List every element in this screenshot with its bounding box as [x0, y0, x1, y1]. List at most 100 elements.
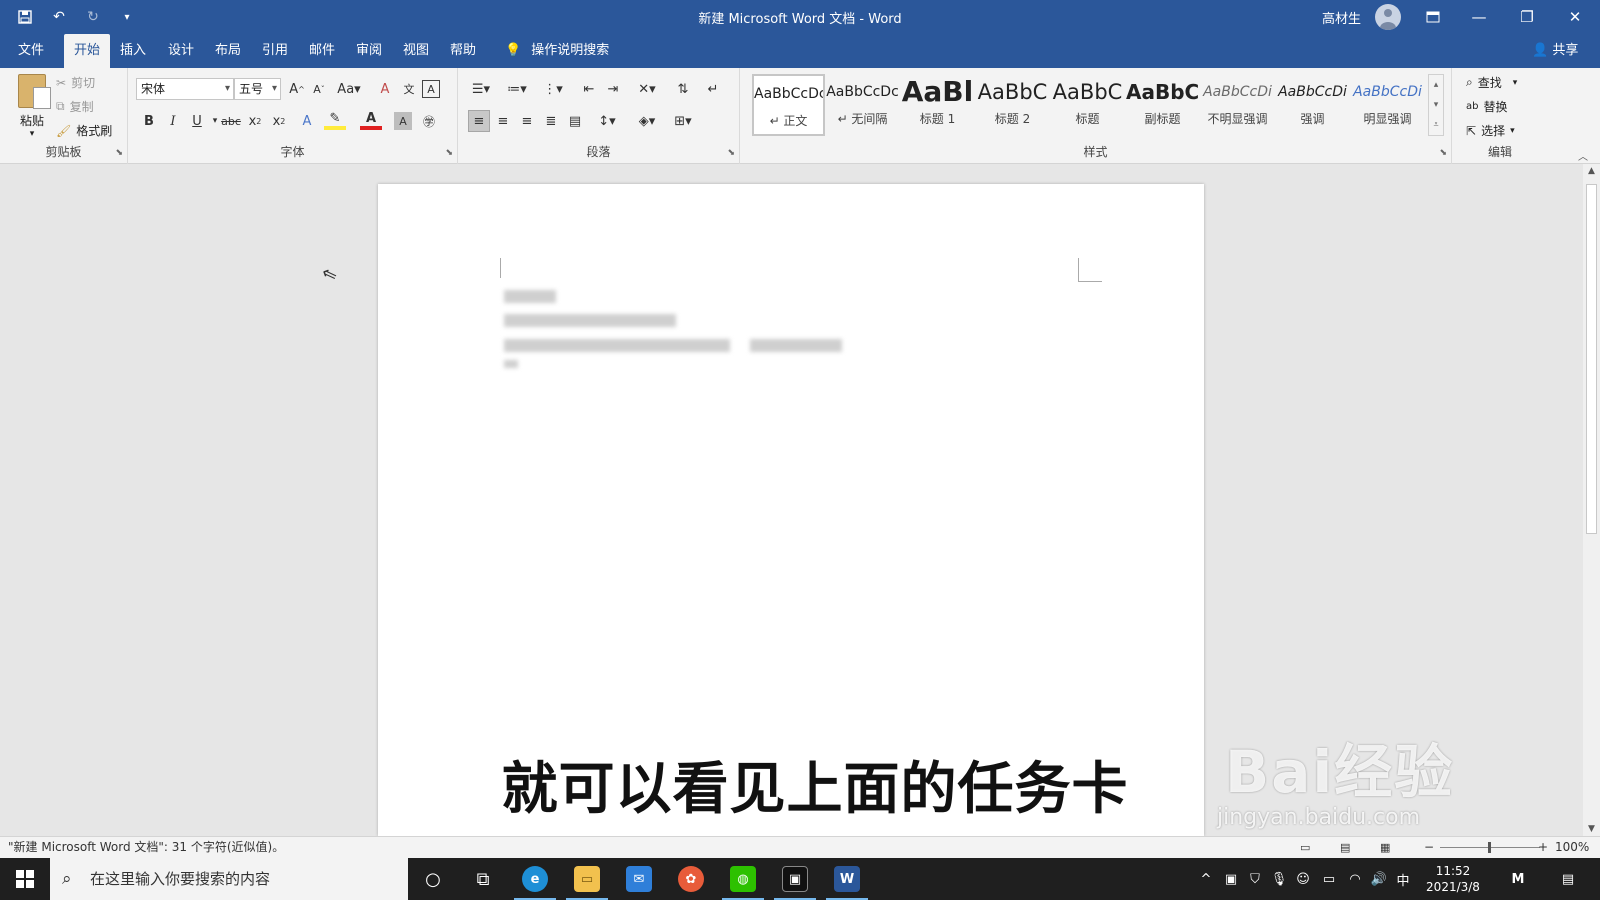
subscript-icon[interactable]: x2 [244, 110, 266, 132]
tray-app-icon[interactable]: ▣ [1220, 858, 1242, 900]
borders-icon[interactable]: ⊞▾ [668, 110, 698, 132]
style-heading-1[interactable]: AaBl 标题 1 [901, 74, 974, 136]
text-effects-icon[interactable]: A [296, 110, 318, 132]
multilevel-list-icon[interactable]: ⋮▾ [538, 78, 568, 100]
italic-icon[interactable]: I [162, 110, 184, 132]
web-layout-icon[interactable]: ▦ [1380, 837, 1390, 858]
zoom-out-icon[interactable]: − [1424, 837, 1434, 858]
align-right-icon[interactable]: ≡ [516, 110, 538, 132]
style-normal[interactable]: AaBbCcDc ↵ 正文 [752, 74, 825, 136]
cut-button[interactable]: ✂ 剪切 [56, 74, 95, 91]
start-button[interactable] [0, 858, 50, 900]
tab-review[interactable]: 审阅 [346, 34, 392, 68]
qq-icon[interactable]: ☺ [1292, 858, 1314, 900]
wifi-icon[interactable]: ◠ [1344, 858, 1366, 900]
tab-file[interactable]: 文件 [8, 34, 54, 68]
battery-icon[interactable]: ▭ [1318, 858, 1340, 900]
minimize-button[interactable]: — [1456, 0, 1502, 34]
clock[interactable]: 11:52 2021/3/8 [1418, 858, 1488, 900]
microphone-icon[interactable]: 🎙 [1268, 858, 1290, 900]
align-left-icon[interactable]: ≡ [468, 110, 490, 132]
grow-font-icon[interactable]: A ^ [286, 78, 308, 100]
word-app-icon[interactable]: W [822, 858, 872, 900]
styles-launcher-icon[interactable]: ⬊ [1439, 148, 1447, 158]
tab-home[interactable]: 开始 [64, 34, 111, 68]
scroll-up-icon[interactable]: ▲ [1583, 166, 1600, 176]
phonetic-guide-icon[interactable]: 文 [398, 78, 420, 100]
character-shading-icon[interactable]: A [394, 112, 412, 130]
font-size-combo[interactable]: 五号 [234, 78, 281, 100]
tell-me-search[interactable]: 💡 操作说明搜索 [505, 34, 609, 68]
clipboard-launcher-icon[interactable]: ⬊ [115, 148, 123, 158]
style-emphasis[interactable]: AaBbCcDi 强调 [1276, 74, 1349, 136]
character-border-icon[interactable]: A [422, 80, 440, 98]
ime-mode-icon[interactable]: M [1498, 858, 1538, 900]
show-hidden-icons-icon[interactable]: ^ [1196, 858, 1216, 900]
restore-button[interactable]: ❐ [1504, 0, 1550, 34]
style-subtitle[interactable]: AaBbC 副标题 [1126, 74, 1199, 136]
notification-center-icon[interactable]: ▤ [1548, 858, 1588, 900]
font-launcher-icon[interactable]: ⬊ [445, 148, 453, 158]
ribbon-display-options-icon[interactable] [1410, 0, 1456, 34]
numbering-icon[interactable]: ≔▾ [502, 78, 532, 100]
cortana-icon[interactable]: ○ [408, 858, 458, 900]
tab-layout[interactable]: 布局 [205, 34, 251, 68]
clear-formatting-icon[interactable]: A [374, 78, 396, 100]
line-spacing-icon[interactable]: ↕▾ [592, 110, 622, 132]
sort-icon[interactable]: ⇅ [672, 78, 694, 100]
taskbar-search-box[interactable]: ⌕ 在这里输入你要搜索的内容 [50, 858, 408, 900]
find-button[interactable]: ⌕ 查找 ▾ [1466, 74, 1517, 91]
style-heading-2[interactable]: AaBbC 标题 2 [976, 74, 1049, 136]
bullets-icon[interactable]: ☰▾ [466, 78, 496, 100]
paint-app-icon[interactable]: ✿ [666, 858, 716, 900]
format-painter-button[interactable]: 🖌 格式刷 [56, 122, 112, 139]
share-button[interactable]: 👤 共享 [1532, 34, 1578, 68]
zoom-slider[interactable] [1440, 842, 1540, 853]
security-shield-icon[interactable]: ⛉ [1244, 858, 1266, 900]
asian-layout-icon[interactable]: ✕▾ [632, 78, 662, 100]
styles-scroll-icon[interactable]: ▴ ▾ ⩡ [1428, 74, 1444, 136]
tab-view[interactable]: 视图 [393, 34, 439, 68]
style-no-spacing[interactable]: AaBbCcDc ↵ 无间隔 [826, 74, 899, 136]
close-button[interactable]: ✕ [1552, 0, 1598, 34]
tab-design[interactable]: 设计 [158, 34, 204, 68]
justify-icon[interactable]: ≣ [540, 110, 562, 132]
scroll-down-icon[interactable]: ▼ [1583, 824, 1600, 834]
paragraph-launcher-icon[interactable]: ⬊ [727, 148, 735, 158]
zoom-level[interactable]: 100% [1555, 837, 1589, 858]
style-title[interactable]: AaBbC 标题 [1051, 74, 1124, 136]
tab-help[interactable]: 帮助 [440, 34, 486, 68]
select-button[interactable]: ⇱ 选择 ▾ [1466, 122, 1515, 139]
document-page[interactable] [378, 184, 1204, 836]
tab-mailings[interactable]: 邮件 [299, 34, 345, 68]
focus-mode-icon[interactable]: ▭ [1300, 837, 1310, 858]
shrink-font-icon[interactable]: Aˇ [308, 78, 330, 100]
tab-insert[interactable]: 插入 [110, 34, 156, 68]
paste-button[interactable]: 粘贴 ▾ [14, 74, 51, 139]
wechat-icon[interactable]: ◍ [718, 858, 768, 900]
word-count-status[interactable]: "新建 Microsoft Word 文档": 31 个字符(近似值)。 [8, 837, 284, 858]
strikethrough-icon[interactable]: abc [220, 110, 242, 132]
increase-indent-icon[interactable]: ⇥ [602, 78, 624, 100]
font-color-icon[interactable]: A [360, 110, 382, 130]
show-marks-icon[interactable]: ↵ [702, 78, 724, 100]
edge-browser-icon[interactable]: e [510, 858, 560, 900]
superscript-icon[interactable]: x2 [268, 110, 290, 132]
replace-button[interactable]: ab 替换 [1466, 98, 1508, 115]
font-name-combo[interactable]: 宋体 [136, 78, 234, 100]
zoom-in-icon[interactable]: + [1538, 837, 1548, 858]
change-case-icon[interactable]: Aa▾ [334, 78, 364, 100]
file-explorer-icon[interactable]: ▭ [562, 858, 612, 900]
collapse-ribbon-icon[interactable]: ︿ [1578, 148, 1588, 163]
task-view-icon[interactable]: ⧉ [458, 858, 508, 900]
avatar[interactable] [1375, 4, 1401, 30]
style-intense-emphasis[interactable]: AaBbCcDi 明显强调 [1351, 74, 1424, 136]
ime-indicator[interactable]: 中 [1392, 858, 1414, 900]
enclose-characters-icon[interactable]: ㊫ [418, 110, 440, 132]
vertical-scrollbar[interactable]: ▲ ▼ [1583, 164, 1600, 836]
scrollbar-thumb[interactable] [1586, 184, 1597, 534]
video-recorder-icon[interactable]: ▣ [770, 858, 820, 900]
shading-icon[interactable]: ◈▾ [632, 110, 662, 132]
style-subtle-emphasis[interactable]: AaBbCcDi 不明显强调 [1201, 74, 1274, 136]
mail-icon[interactable]: ✉ [614, 858, 664, 900]
